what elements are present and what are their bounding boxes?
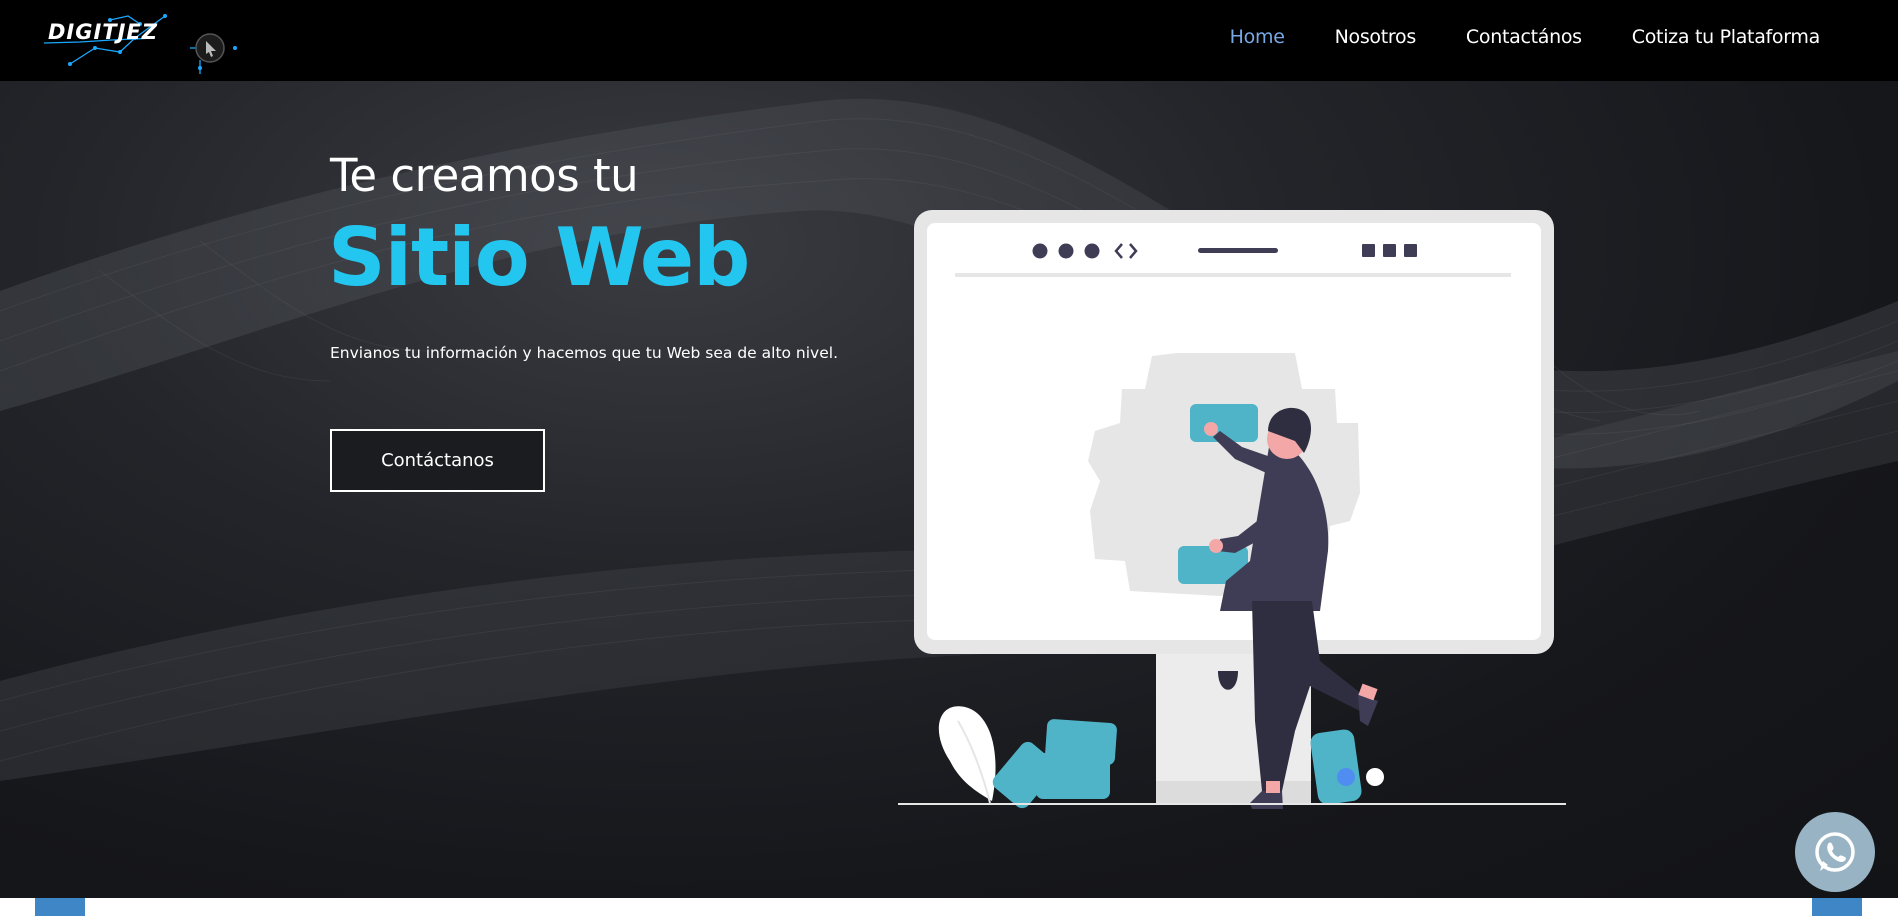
nav-item-home[interactable]: Home <box>1230 26 1285 48</box>
top-navbar: DIGITJEZ Home Nosotros Contactános Cotiz… <box>0 0 1898 81</box>
contact-cta-button[interactable]: Contáctanos <box>330 429 545 492</box>
brand-name: DIGITJEZ <box>48 20 159 44</box>
nav-item-cotiza-plataforma[interactable]: Cotiza tu Plataforma <box>1632 26 1821 48</box>
website-builder-illustration <box>898 210 1566 809</box>
hero-subtitle: Te creamos tu <box>330 149 639 202</box>
brand-logo[interactable]: DIGITJEZ <box>40 8 240 74</box>
nav-item-nosotros[interactable]: Nosotros <box>1335 26 1417 48</box>
bottom-right-tab <box>1812 898 1862 916</box>
main-nav: Home Nosotros Contactános Cotiza tu Plat… <box>1230 26 1821 48</box>
hero-description: Envianos tu información y hacemos que tu… <box>330 344 839 362</box>
bottom-left-tab <box>35 898 85 916</box>
hero-section: Te creamos tu Sitio Web Envianos tu info… <box>0 81 1898 898</box>
whatsapp-button[interactable] <box>1795 812 1875 892</box>
hero-title: Sitio Web <box>328 211 750 304</box>
nav-item-contactanos[interactable]: Contactános <box>1466 26 1582 48</box>
whatsapp-icon <box>1815 832 1855 872</box>
